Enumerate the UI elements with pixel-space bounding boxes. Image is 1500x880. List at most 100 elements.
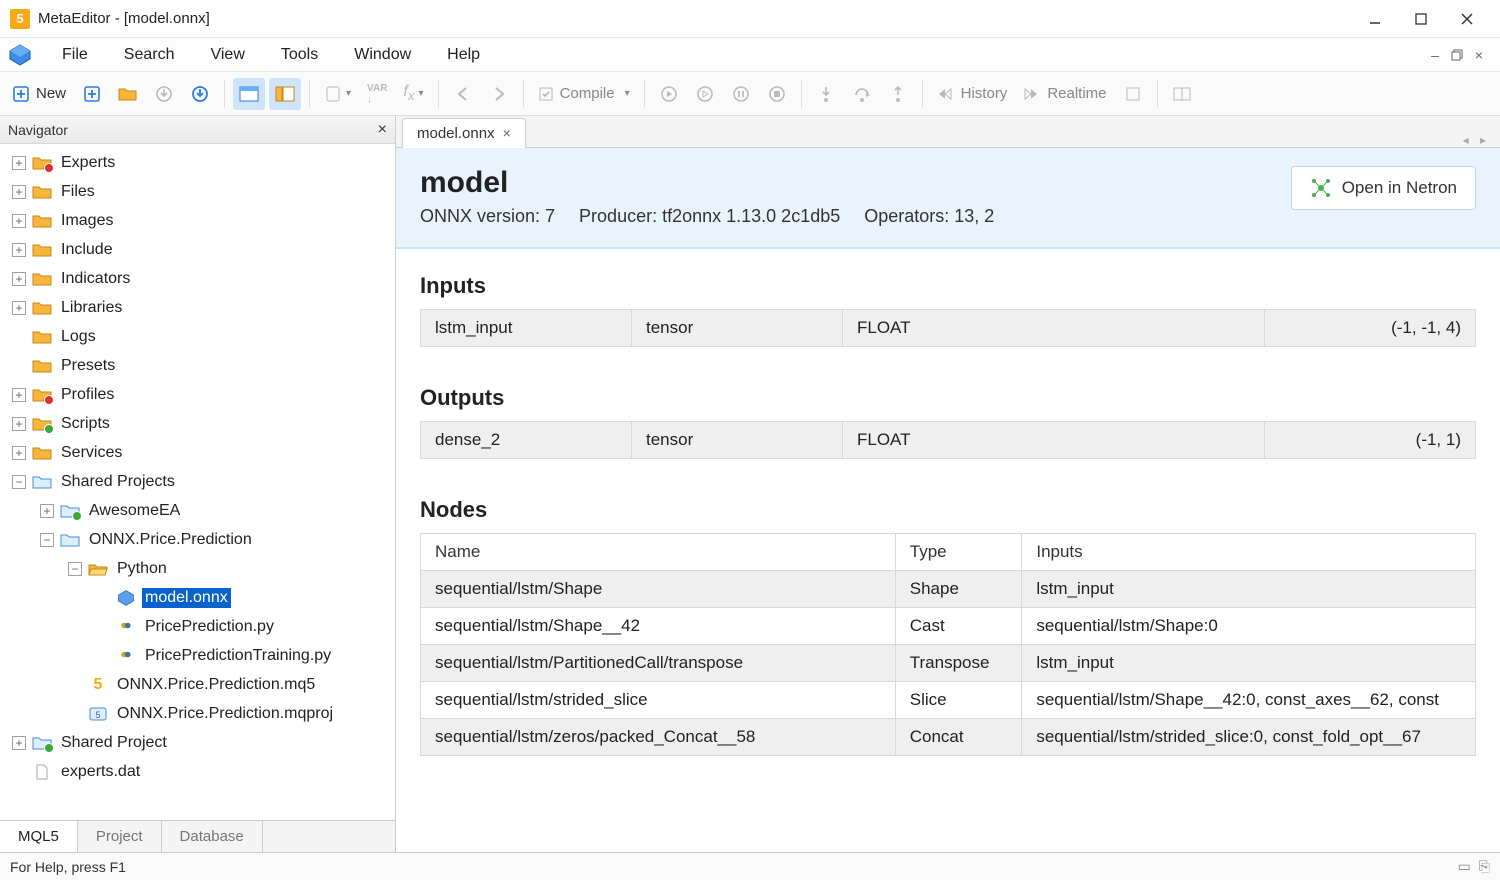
menu-help[interactable]: Help [429, 42, 498, 68]
tree-item[interactable]: +Indicators [0, 264, 395, 293]
expand-icon[interactable]: + [40, 504, 54, 518]
window-close-button[interactable] [1444, 3, 1490, 35]
menu-view[interactable]: View [192, 42, 262, 68]
tree-item[interactable]: −ONNX.Price.Prediction [0, 525, 395, 554]
open-in-netron-button[interactable]: Open in Netron [1291, 166, 1476, 210]
tree-item[interactable]: + Shared Project [0, 728, 395, 757]
navigator-close-button[interactable]: × [378, 121, 387, 139]
menu-search[interactable]: Search [106, 42, 193, 68]
nav-back-button[interactable] [447, 78, 479, 110]
tree-item[interactable]: +Scripts [0, 409, 395, 438]
mdi-minimize-button[interactable]: – [1426, 46, 1444, 64]
tree-item[interactable]: +Profiles [0, 380, 395, 409]
realtime-button[interactable]: Realtime [1017, 78, 1112, 110]
debug-resume-button[interactable] [689, 78, 721, 110]
tree-item[interactable]: Logs [0, 322, 395, 351]
navigator-toggle-button[interactable] [233, 78, 265, 110]
navigator-tab-mql5[interactable]: MQL5 [0, 821, 78, 852]
tree-item[interactable]: +Services [0, 438, 395, 467]
collapse-icon[interactable]: − [40, 533, 54, 547]
function-button[interactable]: fx▾ [397, 78, 429, 110]
tree-item[interactable]: 5ONNX.Price.Prediction.mqproj [0, 699, 395, 728]
tree-item[interactable]: 5ONNX.Price.Prediction.mq5 [0, 670, 395, 699]
window-minimize-button[interactable] [1352, 3, 1398, 35]
step-over-button[interactable] [846, 78, 878, 110]
pause-icon [732, 85, 750, 103]
menu-window[interactable]: Window [336, 42, 429, 68]
tree-item-label: model.onnx [142, 588, 231, 608]
toolbar: New ▾ VAR↓ fx▾ Compile ▾ History Realtim… [0, 72, 1500, 116]
tree-item[interactable]: −Shared Projects [0, 467, 395, 496]
mdi-restore-button[interactable] [1448, 46, 1466, 64]
debug-pause-button[interactable] [725, 78, 757, 110]
clipboard-button[interactable]: ▾ [318, 78, 357, 110]
tree-item-label: Images [58, 211, 116, 231]
nodes-table: NameTypeInputssequential/lstm/ShapeShape… [420, 533, 1476, 756]
tab-scroll-arrows[interactable]: ◂ ▸ [1453, 133, 1500, 147]
onnx-icon [116, 589, 136, 607]
tree-item[interactable]: ꔷꔷPricePrediction.py [0, 612, 395, 641]
save-all-button[interactable] [184, 78, 216, 110]
expand-icon[interactable]: + [12, 446, 26, 460]
tree-item[interactable]: +Files [0, 177, 395, 206]
open-button[interactable] [112, 78, 144, 110]
document-tab[interactable]: model.onnx × [402, 118, 526, 148]
navigator-tab-database[interactable]: Database [162, 821, 263, 852]
step-out-button[interactable] [882, 78, 914, 110]
expand-icon[interactable]: + [12, 736, 26, 750]
debug-start-button[interactable] [653, 78, 685, 110]
model-onnx-version: ONNX version: 7 [420, 206, 555, 227]
product-logo-icon [8, 43, 32, 67]
new-file-button[interactable] [76, 78, 108, 110]
window-maximize-button[interactable] [1398, 3, 1444, 35]
tree-item-label: Shared Project [58, 733, 170, 753]
document-tab-label: model.onnx [417, 125, 495, 142]
history-button[interactable]: History [931, 78, 1014, 110]
var-button[interactable]: VAR↓ [361, 78, 393, 110]
navigator-tab-project[interactable]: Project [78, 821, 162, 852]
tree-item[interactable]: experts.dat [0, 757, 395, 786]
expand-icon[interactable]: + [12, 301, 26, 315]
collapse-icon[interactable]: − [68, 562, 82, 576]
mdi-close-button[interactable]: × [1470, 46, 1488, 64]
menu-file[interactable]: File [44, 42, 106, 68]
debug-stop-button[interactable] [761, 78, 793, 110]
tree-item[interactable]: +AwesomeEA [0, 496, 395, 525]
expander-placeholder [12, 359, 26, 373]
new-button[interactable]: New [6, 78, 72, 110]
tree-item[interactable]: +Experts [0, 148, 395, 177]
document-tab-close[interactable]: × [503, 125, 511, 141]
folder-icon [32, 328, 52, 346]
nav-forward-button[interactable] [483, 78, 515, 110]
expander-placeholder [96, 649, 110, 663]
tree-item[interactable]: Presets [0, 351, 395, 380]
navigator-header: Navigator × [0, 116, 395, 144]
expand-icon[interactable]: + [12, 156, 26, 170]
expand-icon[interactable]: + [12, 417, 26, 431]
editor-area: model.onnx × ◂ ▸ model ONNX version: 7 P… [396, 116, 1500, 852]
terminal-button[interactable] [1166, 78, 1198, 110]
document-body[interactable]: model ONNX version: 7 Producer: tf2onnx … [396, 148, 1500, 852]
compile-button[interactable]: Compile ▾ [532, 78, 636, 110]
expand-icon[interactable]: + [12, 243, 26, 257]
tree-item[interactable]: ꔷꔷPricePredictionTraining.py [0, 641, 395, 670]
expand-icon[interactable]: + [12, 185, 26, 199]
navigator-tree[interactable]: +Experts+Files+Images+Include+Indicators… [0, 144, 395, 820]
tree-item[interactable]: + Images [0, 206, 395, 235]
step-into-button[interactable] [810, 78, 842, 110]
expand-icon[interactable]: + [12, 214, 26, 228]
tree-item[interactable]: − Python [0, 554, 395, 583]
new-file-icon [83, 85, 101, 103]
tree-item[interactable]: +Libraries [0, 293, 395, 322]
save-button[interactable] [148, 78, 180, 110]
expand-icon[interactable]: + [12, 272, 26, 286]
table-row: lstm_inputtensorFLOAT(-1, -1, 4) [421, 310, 1476, 347]
expand-icon[interactable]: + [12, 388, 26, 402]
tree-item-label: Python [114, 559, 170, 579]
profiler-button[interactable] [1117, 78, 1149, 110]
toolbox-toggle-button[interactable] [269, 78, 301, 110]
menu-tools[interactable]: Tools [263, 42, 336, 68]
collapse-icon[interactable]: − [12, 475, 26, 489]
tree-item[interactable]: model.onnx [0, 583, 395, 612]
tree-item[interactable]: +Include [0, 235, 395, 264]
